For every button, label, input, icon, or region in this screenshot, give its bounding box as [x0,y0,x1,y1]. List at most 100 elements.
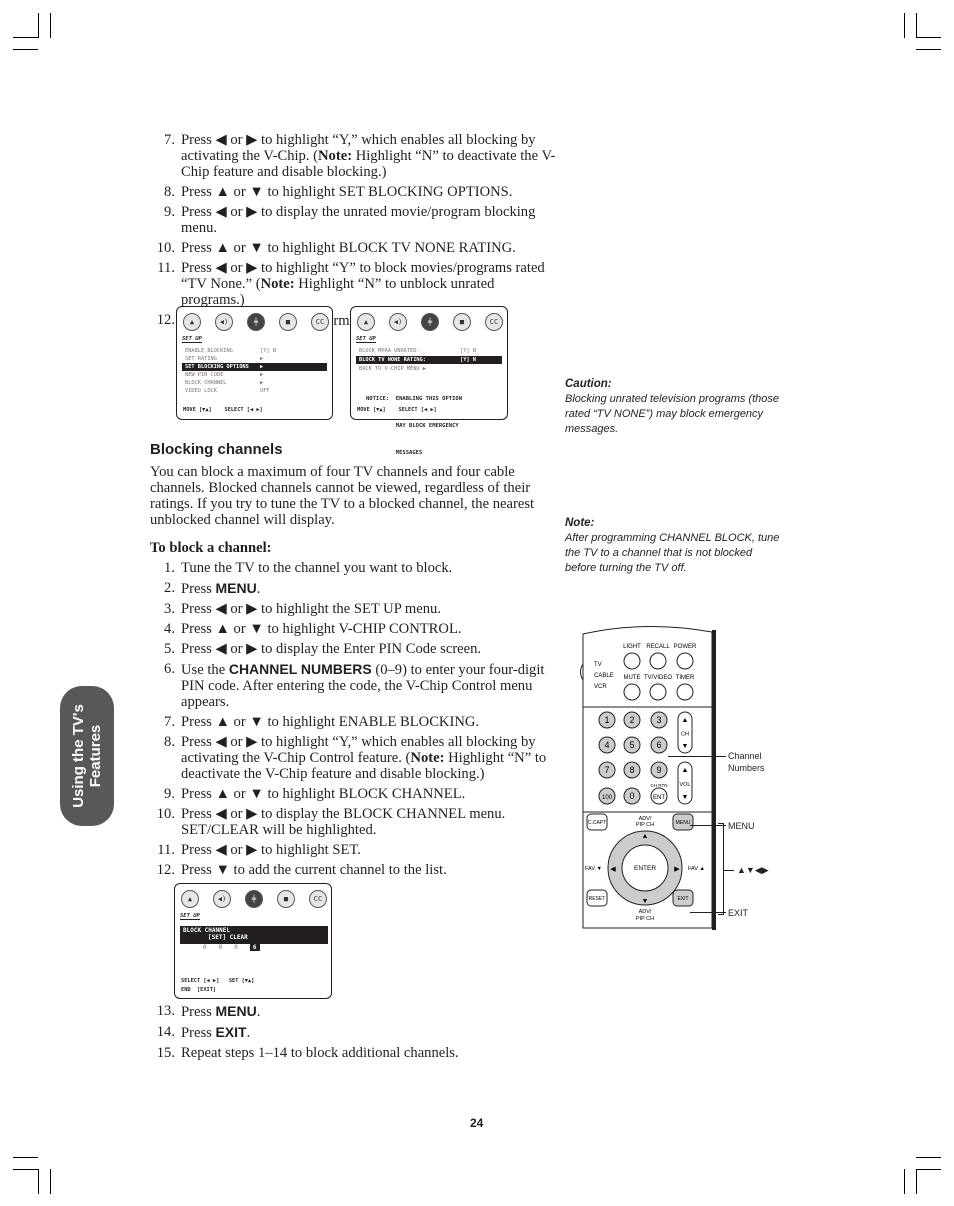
step-item: 14. Press EXIT. [150,1024,560,1041]
digit-label: 1 [604,715,609,725]
fav-down-label: FAV ▼ [585,866,602,872]
pip-label: PIP CH [636,916,654,922]
final-steps-list: 13. Press MENU. 14. Press EXIT. 15. Repeat st… [150,1003,560,1065]
setup-icon: ╪ [247,313,265,331]
button-name: EXIT [215,1024,247,1040]
step-number: 1. [164,560,175,576]
step-text: Press ▲ or ▼ to highlight BLOCK TV NONE … [181,240,516,256]
step-item: 2. Press MENU. [150,580,560,597]
audio-icon: ◀) [215,313,233,331]
video-icon: ■ [453,313,471,331]
digit-label: ENT [653,795,665,801]
set-clear-options: [SET] CLEAR [208,934,248,941]
osd-menu-row: ENABLE BLOCKING [Y] N [182,347,327,355]
osd-screen-setup-menu: ▲ ◀) ╪ ■ CC SET UP ENABLE BLOCKING [Y] N SET R… [176,306,333,420]
step-item: 4. Press ▲ or ▼ to highlight V-CHIP CONTR… [150,621,560,637]
step-text: Press ◀ or ▶ to display the Enter PIN Co… [181,641,482,657]
pip-label: PIP CH [636,822,654,828]
arrow-up-icon: ▲ [682,767,689,774]
setup-icon: ╪ [245,890,263,908]
blocked-channel-slot: 0 [203,944,207,951]
button-label: C.CAPT [588,820,606,826]
digit-label: 5 [629,740,634,750]
arrow-down-icon: ▼ [682,794,689,801]
step-text: Press ◀ or ▶ to highlight “Y” to block m… [181,260,545,308]
step-text: Use the CHANNEL NUMBERS (0–9) to enter y… [181,661,545,710]
osd-row-label: SET BLOCKING OPTIONS [185,364,249,370]
osd-screen-blocking-options: ▲ ◀) ╪ ■ CC SET UP BLOCK MPAA UNRATED: [Y] NB… [350,306,508,456]
osd-menu-row: SET BLOCKING OPTIONS ▶ [182,363,327,371]
step-number: 12. [156,862,175,878]
button-label: RESET [589,896,606,902]
osd-row-value: ▶ [260,364,264,370]
step-text: Press MENU. [181,580,261,597]
mode-label: TV [594,662,602,668]
mode-label: CABLE [594,673,614,679]
section-heading: Blocking channels [150,441,283,458]
callout-line [724,870,734,871]
step-item: 7. Press ◀ or ▶ to highlight “Y,” which e… [150,132,560,180]
video-icon: ■ [279,313,297,331]
cc-icon: CC [485,313,503,331]
step-item: 7. Press ▲ or ▼ to highlight ENABLE BLOCK… [150,714,560,730]
button-name: MENU [215,1003,257,1019]
step-number: 9. [164,204,175,220]
section-side-tab: Using the TV's Features [60,686,114,826]
osd-title: SET UP [182,336,202,343]
osd-row-label: SET RATING [185,356,217,362]
digit-label: 3 [656,715,661,725]
section-intro: You can block a maximum of four TV chann… [150,464,535,528]
step-number: 10. [156,240,175,256]
step-item: 6. Use the CHANNEL NUMBERS (0–9) to enter… [150,661,560,710]
lower-steps-list: 1. Tune the TV to the channel you want to… [150,560,560,882]
recall-button [649,652,667,670]
rocker-label: VOL [679,782,690,788]
osd-row-value: ▶ [260,356,264,362]
step-text: Press ▲ or ▼ to highlight V-CHIP CONTROL… [181,621,462,637]
note-heading: Note: [565,517,595,529]
button-label: TIMER [676,675,695,681]
step-text: Press ▲ or ▼ to highlight SET BLOCKING O… [181,184,513,200]
step-number: 11. [157,842,175,858]
note-label: Note: [410,750,445,766]
light-button [623,652,641,670]
step-item: 9. Press ◀ or ▶ to display the unrated mo… [150,204,560,236]
step-text: Press ◀ or ▶ to highlight “Y,” which ena… [181,734,547,782]
step-number: 13. [156,1003,175,1019]
block-channel-header: BLOCK CHANNEL [SET] CLEAR [180,926,328,944]
callout-text: Channel [728,751,762,761]
mode-label: VCR [594,684,607,690]
step-number: 11. [157,260,175,276]
step-number: 8. [164,184,175,200]
step-text: Press ▼ to add the current channel to th… [181,862,447,878]
step-text: Press ◀ or ▶ to display the unrated movi… [181,204,536,236]
step-text: Press ◀ or ▶ to display the BLOCK CHANNE… [181,806,506,838]
callout-bracket [718,823,724,915]
step-number: 7. [164,714,175,730]
osd-row-value: [Y] N [460,357,476,363]
tv-video-button [649,683,667,701]
digit-label: 9 [656,765,661,775]
digit-label: 4 [604,740,609,750]
callout-exit: EXIT [728,908,749,918]
osd-notice-line: MAY BLOCK EMERGENCY [366,423,459,429]
button-label: CH RTN [651,783,668,788]
step-item: 9. Press ▲ or ▼ to highlight BLOCK CHANNE… [150,786,560,802]
osd-row-label: BACK TO V-CHIP MENU ▶ [359,366,426,372]
picture-icon: ▲ [357,313,375,331]
button-name: MENU [215,580,257,596]
side-tab-label: Using the TV's Features [70,704,104,808]
note-label: Note: [318,148,353,164]
step-number: 5. [164,641,175,657]
audio-icon: ◀) [213,890,231,908]
step-item: 8. Press ◀ or ▶ to highlight “Y,” which e… [150,734,560,782]
caution-box: Caution: Blocking unrated television pro… [565,377,785,437]
arrow-up-icon: ▲ [682,717,689,724]
osd-row-label: BLOCK CHANNEL [185,380,227,386]
arrow-left-icon: ◀ [610,866,616,873]
cc-icon: CC [311,313,329,331]
button-label: RECALL [646,644,670,650]
callout-arrows: ▲▼◀▶ [737,865,769,875]
fav-up-label: FAV ▲ [688,866,705,872]
step-item: 10. Press ▲ or ▼ to highlight BLOCK TV NO… [150,240,560,256]
